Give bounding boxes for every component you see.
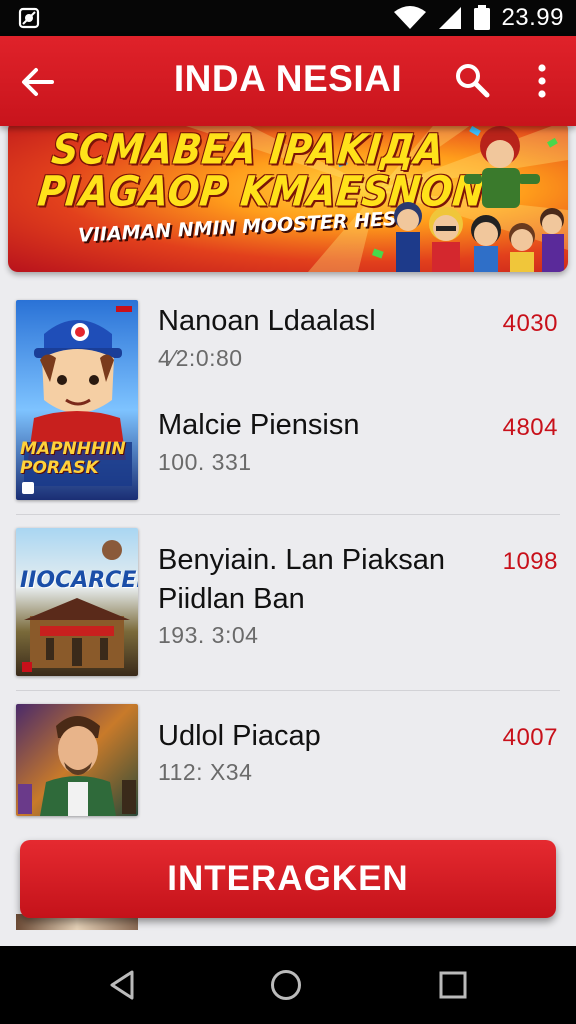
item-title: Malcie Piensisn <box>158 409 360 441</box>
item-subtitle: 4⁄2:0:80 <box>158 345 243 371</box>
badge-icon <box>22 482 34 494</box>
signal-icon <box>439 7 462 29</box>
item-count: 4007 <box>502 724 558 751</box>
thumbnail-caption: IIOCARCEM <box>20 568 138 593</box>
promo-banner[interactable]: SCMABEA IPAKIДA PIAGAOP KMAESNON VIIAMAN… <box>8 120 568 272</box>
banner-headline-1: SCMABEA IPAKIДA <box>49 125 447 174</box>
item-title: Nanoan Ldaalasl <box>158 305 376 337</box>
thumbnail-art <box>22 540 130 672</box>
battery-icon <box>474 5 491 30</box>
wifi-icon <box>394 6 427 29</box>
item-title-line2: Piidlan Ban <box>158 583 305 615</box>
divider <box>16 514 560 515</box>
game-thumbnail: MAPNHHIN PORASK <box>16 300 138 500</box>
item-count: 4804 <box>502 414 558 441</box>
app-icon <box>18 7 40 29</box>
search-icon[interactable] <box>452 60 492 100</box>
item-title: Benyiain. Lan Piaksan <box>158 544 445 576</box>
banner-characters-image <box>394 126 564 272</box>
interact-button[interactable]: INTERAGKEN <box>20 840 556 918</box>
item-count: 1098 <box>502 548 558 575</box>
thumbnail-art <box>18 716 136 816</box>
divider <box>16 690 560 691</box>
more-vert-icon[interactable] <box>524 60 560 102</box>
nav-home-icon[interactable] <box>269 968 303 1002</box>
nav-recents-icon[interactable] <box>436 968 470 1002</box>
item-count: 4030 <box>502 310 558 337</box>
status-bar: 23.99 <box>0 0 576 36</box>
item-subtitle: 112: X34 <box>158 759 253 785</box>
item-title: Udlol Piacap <box>158 720 321 752</box>
system-nav-bar <box>0 946 576 1024</box>
item-subtitle: 100. 331 <box>158 449 252 475</box>
item-subtitle: 193. 3:04 <box>158 622 259 648</box>
nav-back-icon[interactable] <box>106 968 140 1002</box>
game-thumbnail <box>16 704 138 816</box>
app-bar: INDA NESIAI <box>0 36 576 126</box>
thumbnail-caption: MAPNHHIN PORASK <box>20 439 126 478</box>
game-thumbnail: IIOCARCEM <box>16 528 138 676</box>
status-time: 23.99 <box>501 4 564 31</box>
